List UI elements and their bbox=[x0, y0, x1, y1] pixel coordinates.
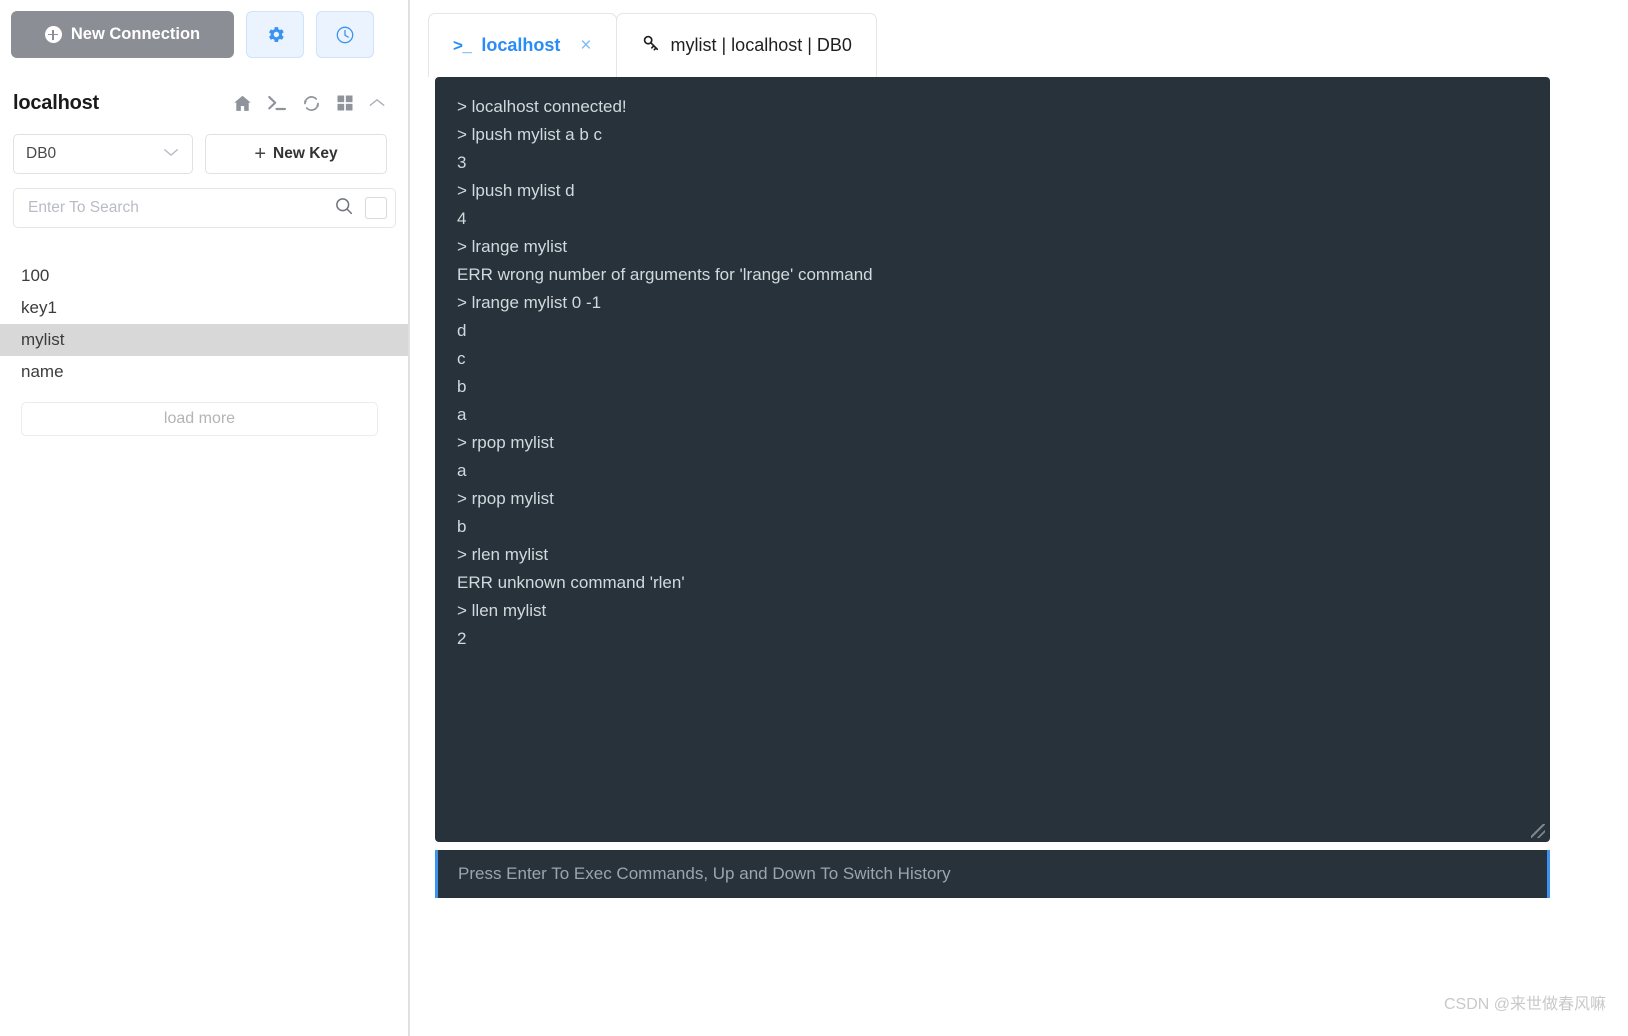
home-icon[interactable] bbox=[232, 93, 253, 114]
console-output[interactable]: > localhost connected! > lpush mylist a … bbox=[435, 77, 1550, 842]
list-item[interactable]: name bbox=[0, 356, 408, 388]
console-line: ERR wrong number of arguments for 'lrang… bbox=[457, 265, 873, 284]
list-item[interactable]: mylist bbox=[0, 324, 408, 356]
chevron-up-icon[interactable] bbox=[368, 96, 386, 110]
tab-bar: >_ localhost × mylist | localhost | DB0 bbox=[410, 0, 1628, 77]
db-select-value: DB0 bbox=[26, 145, 57, 162]
console-wrapper: > localhost connected! > lpush mylist a … bbox=[410, 77, 1628, 1036]
console-line: > lrange mylist 0 -1 bbox=[457, 293, 602, 312]
connection-header: localhost bbox=[0, 58, 408, 120]
console-line: c bbox=[457, 349, 466, 368]
tab-mylist[interactable]: mylist | localhost | DB0 bbox=[615, 13, 877, 77]
sidebar-toolbar: New Connection bbox=[0, 0, 408, 58]
console-line: > rpop mylist bbox=[457, 433, 554, 452]
console-line: > localhost connected! bbox=[457, 97, 627, 116]
console-line: 3 bbox=[457, 153, 467, 172]
console-input-row bbox=[435, 850, 1550, 898]
tab-mylist-label: mylist | localhost | DB0 bbox=[670, 35, 852, 55]
new-key-button[interactable]: + New Key bbox=[205, 134, 387, 174]
main-panel: >_ localhost × mylist | localhost | DB0 … bbox=[410, 0, 1628, 1036]
refresh-icon[interactable] bbox=[301, 93, 322, 114]
history-button[interactable] bbox=[316, 11, 374, 58]
console-line: > rpop mylist bbox=[457, 489, 554, 508]
watermark: CSDN @来世做春风嘛 bbox=[1443, 996, 1606, 1013]
terminal-icon[interactable] bbox=[266, 93, 288, 113]
tab-localhost[interactable]: >_ localhost × bbox=[428, 13, 617, 77]
settings-button[interactable] bbox=[246, 11, 304, 58]
search-row bbox=[13, 188, 396, 228]
console-line: > llen mylist bbox=[457, 601, 547, 620]
console-line: > lpush mylist d bbox=[457, 181, 575, 200]
terminal-prompt-icon: >_ bbox=[453, 35, 472, 55]
chevron-down-icon bbox=[162, 145, 180, 163]
console-input[interactable] bbox=[458, 864, 1547, 884]
key-icon bbox=[641, 33, 661, 58]
tab-localhost-label: localhost bbox=[481, 35, 561, 55]
console-line: b bbox=[457, 377, 467, 396]
search-input[interactable] bbox=[28, 199, 333, 217]
resize-grip-icon[interactable] bbox=[1531, 824, 1545, 838]
new-connection-label: New Connection bbox=[70, 25, 201, 43]
db-select[interactable]: DB0 bbox=[13, 134, 193, 174]
plus-icon: + bbox=[254, 143, 267, 165]
console-line: ERR unknown command 'rlen' bbox=[457, 573, 685, 592]
app-root: New Connection localhost DB0 + New Key E… bbox=[0, 0, 1628, 1036]
console-line: a bbox=[457, 461, 467, 480]
console-line: > lpush mylist a b c bbox=[457, 125, 603, 144]
console-line: 2 bbox=[457, 629, 467, 648]
gear-icon bbox=[268, 27, 284, 43]
list-item[interactable]: key1 bbox=[0, 292, 408, 324]
sidebar: New Connection localhost DB0 + New Key E… bbox=[0, 0, 408, 1036]
grid-icon[interactable] bbox=[335, 93, 355, 113]
load-more-button[interactable]: load more bbox=[21, 402, 378, 436]
close-icon[interactable]: × bbox=[580, 36, 591, 55]
console-line: > lrange mylist bbox=[457, 237, 568, 256]
console-line: > rlen mylist bbox=[457, 545, 549, 564]
list-item[interactable]: 100 bbox=[0, 260, 408, 292]
clock-icon bbox=[336, 26, 354, 43]
new-connection-button[interactable]: New Connection bbox=[11, 11, 234, 58]
console-line: 4 bbox=[457, 209, 467, 228]
console-line: a bbox=[457, 405, 467, 424]
plus-circle-icon bbox=[44, 26, 62, 43]
search-exact-checkbox[interactable] bbox=[365, 197, 387, 219]
new-key-label: New Key bbox=[273, 145, 338, 162]
console-line: b bbox=[457, 517, 467, 536]
search-icon[interactable] bbox=[333, 195, 355, 222]
connection-title: localhost bbox=[13, 91, 99, 114]
connection-icon-group bbox=[232, 93, 386, 114]
console-line: d bbox=[457, 321, 467, 340]
key-list: 100 key1 mylist name load more bbox=[0, 260, 408, 436]
db-row: DB0 + New Key bbox=[0, 120, 408, 174]
